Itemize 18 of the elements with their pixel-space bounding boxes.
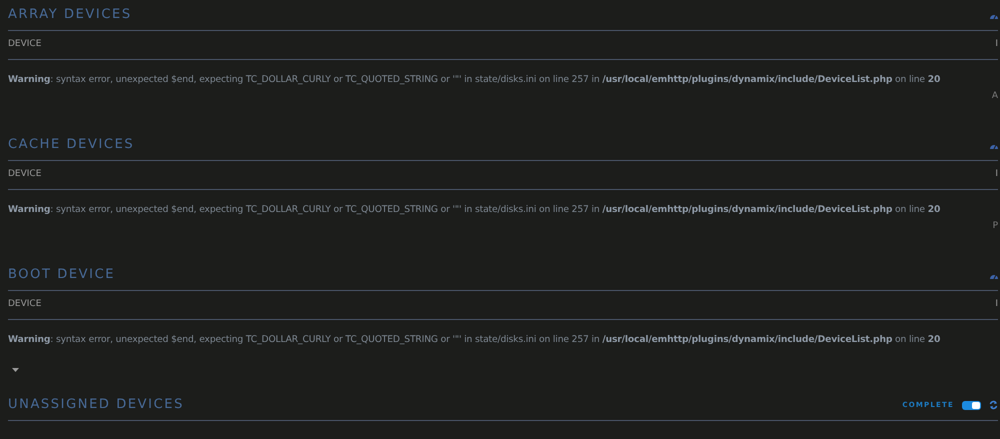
column-header: DEVICE xyxy=(8,298,42,312)
section-title: UNASSIGNED DEVICES xyxy=(8,396,184,414)
column-header: I xyxy=(995,168,998,182)
warning-message: Warning: syntax error, unexpected $end, expecting TC_DOLLAR_CURLY or TC_QUOTED_STRING or '"' in state/disks.ini on line 257 in /usr/local/emhttp/plugins/dynamix/include/DeviceList.php on line 20 xyxy=(8,333,942,347)
refresh-icon[interactable] xyxy=(989,400,998,410)
toggle-switch[interactable] xyxy=(962,400,981,410)
column-header: I xyxy=(995,298,998,312)
warning-message: Warning: syntax error, unexpected $end, expecting TC_DOLLAR_CURLY or TC_QUOTED_STRING or '"' in state/disks.ini on line 257 in /usr/local/emhttp/plugins/dynamix/include/DeviceList.php on line 20 xyxy=(8,73,942,87)
column-header: DEVICE xyxy=(8,38,42,52)
table-cell: A xyxy=(992,90,998,101)
section-title: ARRAY DEVICES xyxy=(8,6,132,24)
section-title: BOOT DEVICE xyxy=(8,266,116,284)
column-header: I xyxy=(995,38,998,52)
warning-message: Warning: syntax error, unexpected $end, expecting TC_DOLLAR_CURLY or TC_QUOTED_STRING or '"' in state/disks.ini on line 257 in /usr/local/emhttp/plugins/dynamix/include/DeviceList.php on line 20 xyxy=(8,203,942,217)
column-header: DEVICE xyxy=(8,168,42,182)
caret-icon[interactable] xyxy=(12,368,19,372)
table-cell: P xyxy=(992,220,998,231)
section-title: CACHE DEVICES xyxy=(8,136,134,154)
